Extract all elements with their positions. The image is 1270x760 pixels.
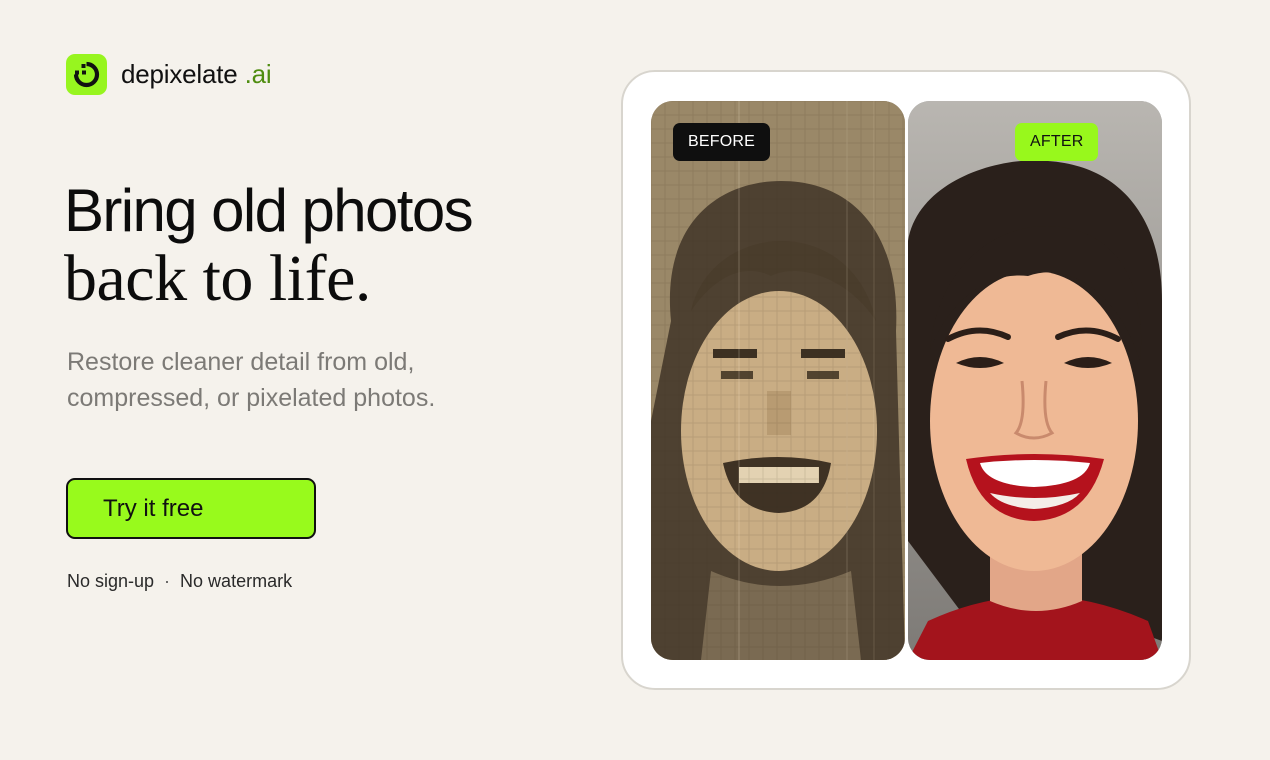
before-image: BEFORE	[651, 101, 905, 660]
page-title: Bring old photos back to life.	[64, 176, 474, 315]
headline-line-1: Bring old photos	[64, 177, 474, 244]
headline-line-2: back to life.	[64, 242, 371, 315]
hero-subtext: Restore cleaner detail from old, compres…	[67, 348, 436, 412]
before-label: BEFORE	[673, 123, 770, 161]
pixelated-portrait-illustration	[651, 101, 905, 660]
try-it-free-button[interactable]: Try it free	[66, 478, 316, 539]
after-label: AFTER	[1015, 123, 1099, 161]
perk-no-signup: No sign-up	[67, 571, 155, 591]
perks-list: No sign-up · No watermark	[67, 571, 292, 592]
brand-logo[interactable]: depixelate .ai	[66, 54, 272, 95]
perk-separator: ·	[164, 571, 171, 591]
brand-name: depixelate .ai	[121, 59, 272, 90]
perk-no-watermark: No watermark	[180, 571, 293, 591]
brand-name-text: depixelate	[121, 59, 238, 89]
restored-portrait-illustration	[908, 101, 1162, 660]
depixelate-logo-icon	[66, 54, 107, 95]
brand-tld: .ai	[244, 59, 272, 89]
after-image: AFTER	[908, 101, 1162, 660]
before-after-card: BEFORE AFTER	[621, 70, 1191, 690]
